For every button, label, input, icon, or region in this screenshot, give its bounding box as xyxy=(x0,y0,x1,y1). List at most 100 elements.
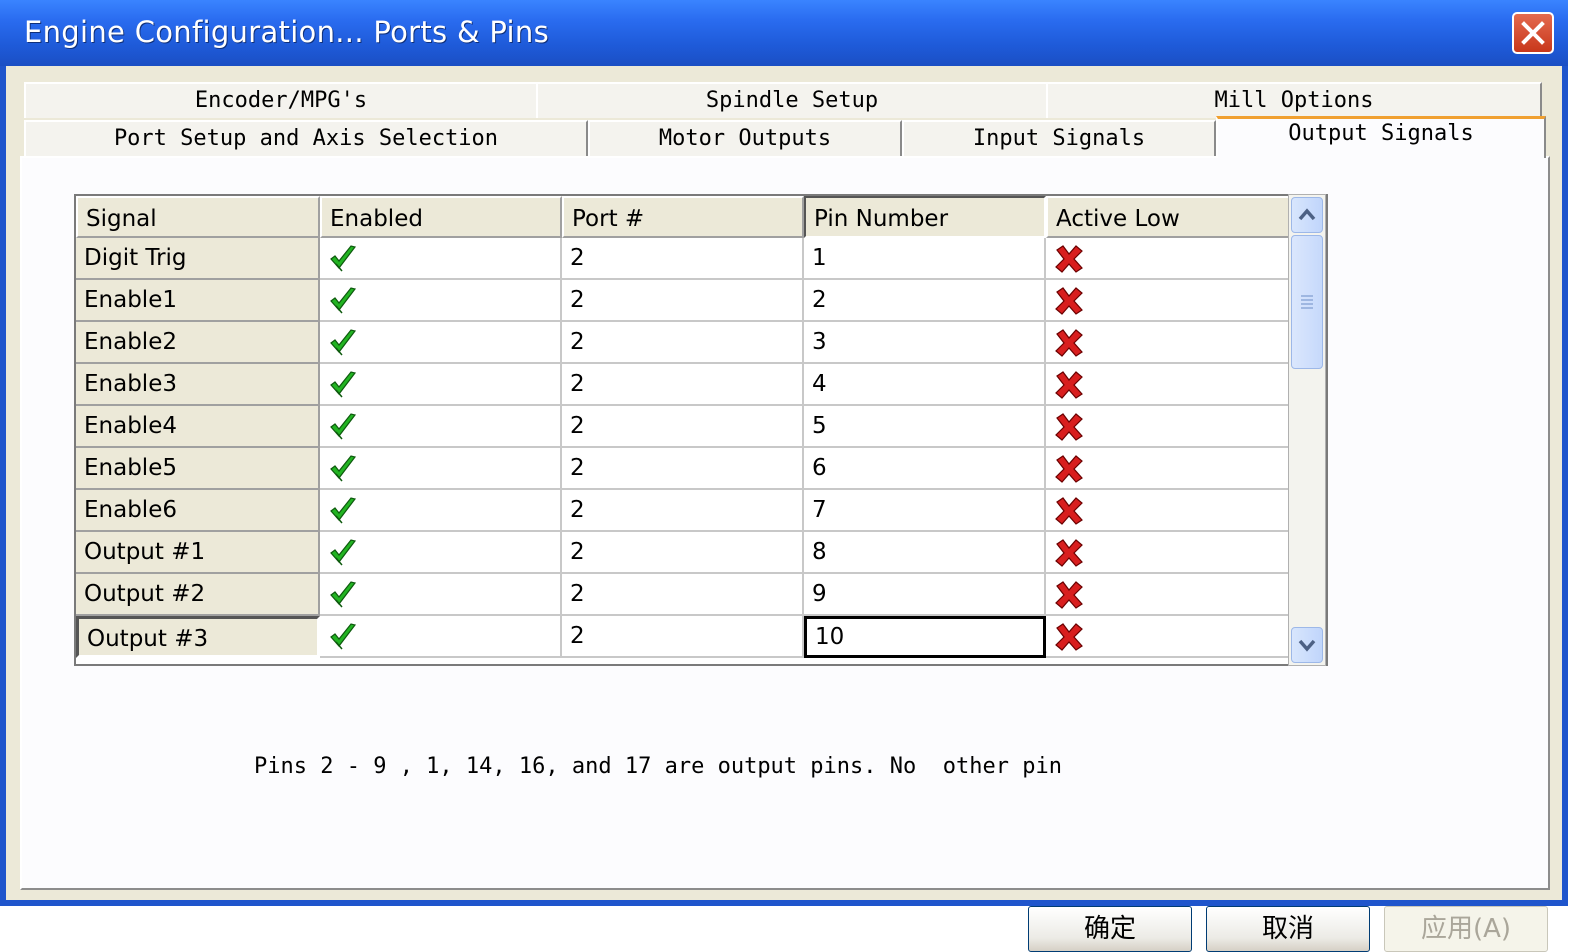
port-cell[interactable]: 2 xyxy=(562,406,804,448)
output-signals-grid[interactable]: Signal Enabled Port # Pin Number Active … xyxy=(74,194,1328,666)
port-cell[interactable]: 2 xyxy=(562,364,804,406)
enabled-cell[interactable] xyxy=(320,532,562,574)
grip-icon xyxy=(1301,295,1313,309)
enabled-cell[interactable] xyxy=(320,280,562,322)
close-button[interactable] xyxy=(1512,12,1554,54)
enabled-cell[interactable] xyxy=(320,574,562,616)
column-header-pin-number[interactable]: Pin Number xyxy=(804,196,1046,238)
pin-number-cell[interactable]: 6 xyxy=(804,448,1046,490)
enabled-cell[interactable] xyxy=(320,448,562,490)
tab-label: Output Signals xyxy=(1288,121,1474,146)
pin-number-cell[interactable]: 2 xyxy=(804,280,1046,322)
pin-number-cell[interactable]: 7 xyxy=(804,490,1046,532)
title-bar[interactable]: Engine Configuration... Ports & Pins xyxy=(0,0,1568,66)
cancel-button[interactable]: 取消 xyxy=(1206,906,1370,952)
active-low-cell[interactable] xyxy=(1046,574,1290,616)
active-low-cell[interactable] xyxy=(1046,280,1290,322)
column-header-port[interactable]: Port # xyxy=(562,196,804,238)
pin-number-cell[interactable]: 8 xyxy=(804,532,1046,574)
column-header-enabled[interactable]: Enabled xyxy=(320,196,562,238)
red-x-icon xyxy=(1055,455,1083,483)
tab-encoder-mpgs[interactable]: Encoder/MPG's xyxy=(24,82,538,118)
active-low-cell[interactable] xyxy=(1046,532,1290,574)
port-cell[interactable]: 2 xyxy=(562,322,804,364)
pin-number-cell[interactable]: 1 xyxy=(804,238,1046,280)
green-check-icon xyxy=(330,245,357,272)
row-header-signal[interactable]: Enable4 xyxy=(76,406,320,448)
row-header-signal[interactable]: Output #3 xyxy=(76,616,320,658)
red-x-icon xyxy=(1055,371,1083,399)
row-header-signal[interactable]: Enable1 xyxy=(76,280,320,322)
row-header-signal[interactable]: Output #1 xyxy=(76,532,320,574)
column-header-active-low[interactable]: Active Low xyxy=(1046,196,1290,238)
green-check-icon xyxy=(330,539,357,566)
apply-button[interactable]: 应用(A) xyxy=(1384,906,1548,952)
active-low-cell[interactable] xyxy=(1046,322,1290,364)
tab-mill-options[interactable]: Mill Options xyxy=(1046,82,1542,118)
tab-label: Mill Options xyxy=(1214,88,1374,113)
vertical-scrollbar[interactable] xyxy=(1288,194,1326,666)
active-low-cell[interactable] xyxy=(1046,238,1290,280)
green-check-icon xyxy=(330,623,357,650)
enabled-cell[interactable] xyxy=(320,616,562,658)
enabled-cell[interactable] xyxy=(320,238,562,280)
row-header-signal[interactable]: Digit Trig xyxy=(76,238,320,280)
pin-number-cell[interactable]: 5 xyxy=(804,406,1046,448)
scroll-thumb[interactable] xyxy=(1291,235,1323,369)
port-cell[interactable]: 2 xyxy=(562,616,804,658)
tab-output-signals[interactable]: Output Signals xyxy=(1216,116,1546,158)
red-x-icon xyxy=(1055,245,1083,273)
row-header-signal[interactable]: Enable2 xyxy=(76,322,320,364)
green-check-icon xyxy=(330,287,357,314)
tab-label: Spindle Setup xyxy=(705,88,879,113)
chevron-down-icon xyxy=(1298,639,1316,652)
enabled-cell[interactable] xyxy=(320,364,562,406)
ok-button[interactable]: 确定 xyxy=(1028,906,1192,952)
row-header-signal[interactable]: Output #2 xyxy=(76,574,320,616)
port-cell[interactable]: 2 xyxy=(562,238,804,280)
row-header-signal[interactable]: Enable3 xyxy=(76,364,320,406)
red-x-icon xyxy=(1055,581,1083,609)
tab-input-signals[interactable]: Input Signals xyxy=(902,120,1216,156)
red-x-icon xyxy=(1055,329,1083,357)
green-check-icon xyxy=(330,371,357,398)
close-icon xyxy=(1521,21,1545,45)
tab-label: Port Setup and Axis Selection xyxy=(113,126,499,151)
port-cell[interactable]: 2 xyxy=(562,532,804,574)
green-check-icon xyxy=(330,329,357,356)
active-low-cell[interactable] xyxy=(1046,448,1290,490)
tab-port-setup[interactable]: Port Setup and Axis Selection xyxy=(24,120,588,156)
pin-number-cell[interactable]: 3 xyxy=(804,322,1046,364)
red-x-icon xyxy=(1055,623,1083,651)
tab-label: Motor Outputs xyxy=(658,126,832,151)
row-header-signal[interactable]: Enable6 xyxy=(76,490,320,532)
enabled-cell[interactable] xyxy=(320,322,562,364)
red-x-icon xyxy=(1055,539,1083,567)
active-low-cell[interactable] xyxy=(1046,364,1290,406)
green-check-icon xyxy=(330,581,357,608)
column-header-signal[interactable]: Signal xyxy=(76,196,320,238)
tab-motor-outputs[interactable]: Motor Outputs xyxy=(588,120,902,156)
port-cell[interactable]: 2 xyxy=(562,490,804,532)
enabled-cell[interactable] xyxy=(320,490,562,532)
active-low-cell[interactable] xyxy=(1046,406,1290,448)
scroll-up-button[interactable] xyxy=(1291,197,1323,233)
port-cell[interactable]: 2 xyxy=(562,280,804,322)
scroll-down-button[interactable] xyxy=(1291,627,1323,663)
tab-spindle-setup[interactable]: Spindle Setup xyxy=(536,82,1048,118)
pin-number-cell[interactable]: 10 xyxy=(804,616,1046,658)
output-pins-note: Pins 2 - 9 , 1, 14, 16, and 17 are outpu… xyxy=(254,754,1062,779)
row-header-signal[interactable]: Enable5 xyxy=(76,448,320,490)
red-x-icon xyxy=(1055,413,1083,441)
pin-number-cell[interactable]: 9 xyxy=(804,574,1046,616)
green-check-icon xyxy=(330,497,357,524)
pin-number-cell[interactable]: 4 xyxy=(804,364,1046,406)
enabled-cell[interactable] xyxy=(320,406,562,448)
red-x-icon xyxy=(1055,497,1083,525)
tab-label: Encoder/MPG's xyxy=(194,88,368,113)
port-cell[interactable]: 2 xyxy=(562,574,804,616)
active-low-cell[interactable] xyxy=(1046,616,1290,658)
active-low-cell[interactable] xyxy=(1046,490,1290,532)
port-cell[interactable]: 2 xyxy=(562,448,804,490)
green-check-icon xyxy=(330,413,357,440)
